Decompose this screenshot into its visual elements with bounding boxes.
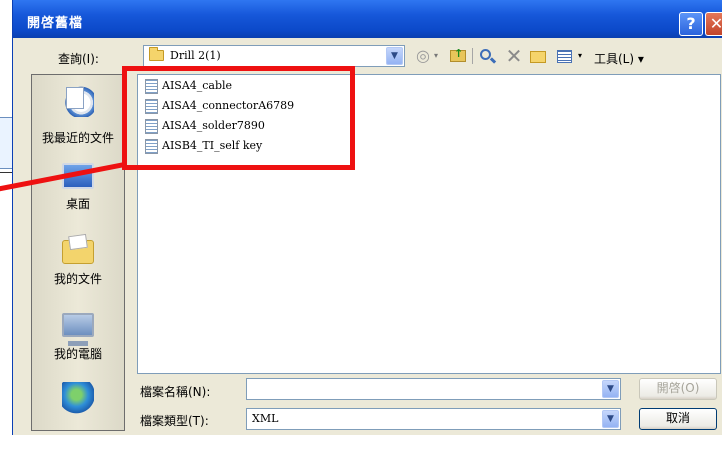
lookin-dropdown[interactable]: Drill 2(1) ▼ xyxy=(143,45,405,67)
my-computer-icon xyxy=(62,313,94,346)
lookin-label: 查詢(I): xyxy=(58,52,99,66)
filename-label: 檔案名稱(N): xyxy=(140,385,211,399)
open-file-dialog: 開啓舊檔 ? ✕ 查詢(I): Drill 2(1) ▼ ◎ ▾ ✕ ▾ 工具(… xyxy=(12,0,722,435)
chevron-down-icon[interactable]: ▼ xyxy=(386,47,403,65)
toolbar-separator xyxy=(472,48,473,64)
place-label: 我最近的文件 xyxy=(41,131,114,145)
title-bar[interactable]: 開啓舊檔 ? ✕ xyxy=(13,0,722,38)
lookin-value: Drill 2(1) xyxy=(170,49,221,62)
place-my-computer[interactable]: 我的電腦 xyxy=(32,305,126,375)
chevron-down-icon[interactable]: ▼ xyxy=(602,380,619,398)
highlight-box xyxy=(122,66,355,170)
network-places-icon xyxy=(62,382,94,414)
search-icon[interactable] xyxy=(479,47,497,65)
recent-documents-icon xyxy=(62,85,94,117)
back-history-arrow-icon[interactable]: ▾ xyxy=(431,47,441,65)
filetype-label: 檔案類型(T): xyxy=(140,414,209,428)
place-my-documents[interactable]: 我的文件 xyxy=(32,230,126,300)
place-label: 桌面 xyxy=(65,197,90,211)
place-network[interactable] xyxy=(32,380,126,450)
views-menu-icon[interactable] xyxy=(556,47,574,65)
place-label: 我的文件 xyxy=(53,272,102,286)
close-button[interactable]: ✕ xyxy=(705,12,722,36)
dialog-title: 開啓舊檔 xyxy=(27,16,84,31)
background-divider xyxy=(0,172,12,173)
delete-icon[interactable]: ✕ xyxy=(505,46,523,66)
filename-input[interactable]: ▼ xyxy=(246,378,621,400)
open-button[interactable]: 開啓(O) xyxy=(639,378,717,400)
filetype-value: XML xyxy=(252,412,279,425)
filetype-dropdown[interactable]: XML ▼ xyxy=(246,408,621,430)
up-folder-icon[interactable] xyxy=(449,45,467,65)
my-documents-icon xyxy=(62,240,94,264)
chevron-down-icon[interactable]: ▼ xyxy=(602,410,619,428)
new-folder-icon[interactable] xyxy=(529,47,547,65)
tools-menu[interactable]: 工具(L) ▾ xyxy=(594,50,644,67)
places-bar: 我最近的文件 桌面 我的文件 我的電腦 xyxy=(31,74,125,431)
views-menu-arrow-icon[interactable]: ▾ xyxy=(575,47,585,65)
folder-icon xyxy=(149,47,164,61)
help-button[interactable]: ? xyxy=(679,12,703,36)
place-label: 我的電腦 xyxy=(53,347,102,361)
back-icon[interactable]: ◎ xyxy=(414,47,432,65)
place-recent-documents[interactable]: 我最近的文件 xyxy=(32,83,126,153)
cancel-button[interactable]: 取消 xyxy=(639,408,717,430)
